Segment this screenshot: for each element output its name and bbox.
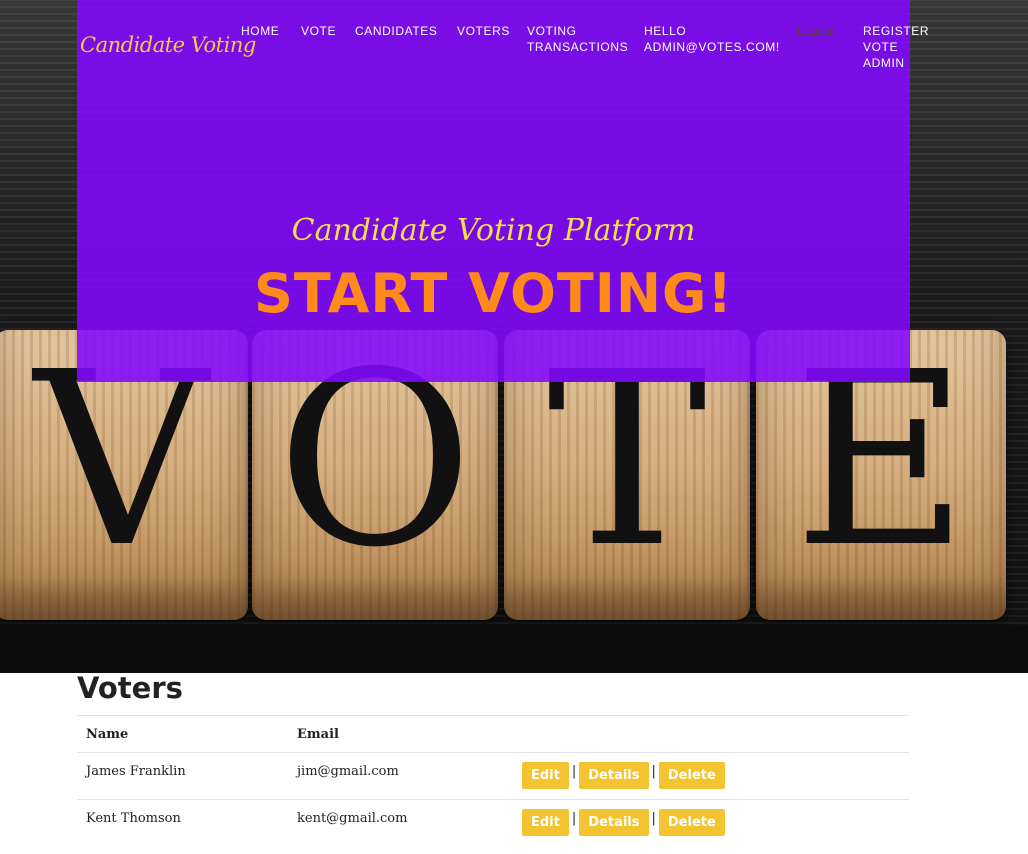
details-button[interactable]: Details — [579, 809, 649, 836]
hero-floor — [0, 625, 1028, 673]
column-header-email: Email — [288, 715, 513, 753]
voter-name: Kent Thomson — [77, 799, 288, 847]
row-actions: Edit | Details | Delete — [513, 752, 909, 800]
edit-button[interactable]: Edit — [522, 809, 569, 836]
details-button[interactable]: Details — [579, 762, 649, 789]
nav-candidates[interactable]: CANDIDATES — [355, 23, 437, 39]
action-separator: | — [571, 764, 577, 779]
column-header-actions — [513, 715, 909, 753]
nav-register-vote-admin[interactable]: REGISTER VOTE ADMIN — [863, 23, 933, 71]
action-separator: | — [651, 764, 656, 779]
voter-email: kent@gmail.com — [288, 799, 513, 847]
nav-voters[interactable]: VOTERS — [457, 23, 510, 39]
voters-heading: Voters — [77, 671, 183, 705]
table-row: James Franklin jim@gmail.com Edit | Detail… — [77, 752, 909, 800]
nav-user-greeting[interactable]: HELLO ADMIN@VOTES.COM! — [644, 23, 784, 55]
nav-voting-transactions[interactable]: VOTING TRANSACTIONS — [527, 23, 628, 55]
table-header-row: Name Email — [77, 715, 909, 753]
hero-subtitle: Candidate Voting Platform — [291, 213, 696, 248]
brand-logo[interactable]: Candidate Voting — [80, 33, 256, 57]
nav-home[interactable]: HOME — [241, 23, 279, 39]
action-separator: | — [651, 811, 656, 826]
voters-table: Name Email James Franklin jim@gmail.com … — [77, 715, 909, 847]
column-header-name: Name — [77, 715, 288, 753]
edit-button[interactable]: Edit — [522, 762, 569, 789]
action-separator: | — [571, 811, 577, 826]
voter-name: James Franklin — [77, 752, 288, 800]
delete-button[interactable]: Delete — [658, 762, 725, 789]
delete-button[interactable]: Delete — [658, 809, 725, 836]
table-row: Kent Thomson kent@gmail.com Edit | Details… — [77, 799, 909, 847]
nav-vote[interactable]: VOTE — [301, 23, 336, 39]
nav-logout[interactable]: Logout — [797, 23, 836, 39]
voter-email: jim@gmail.com — [288, 752, 513, 800]
hero-title: START VOTING! — [254, 262, 733, 325]
row-actions: Edit | Details | Delete — [513, 799, 909, 847]
